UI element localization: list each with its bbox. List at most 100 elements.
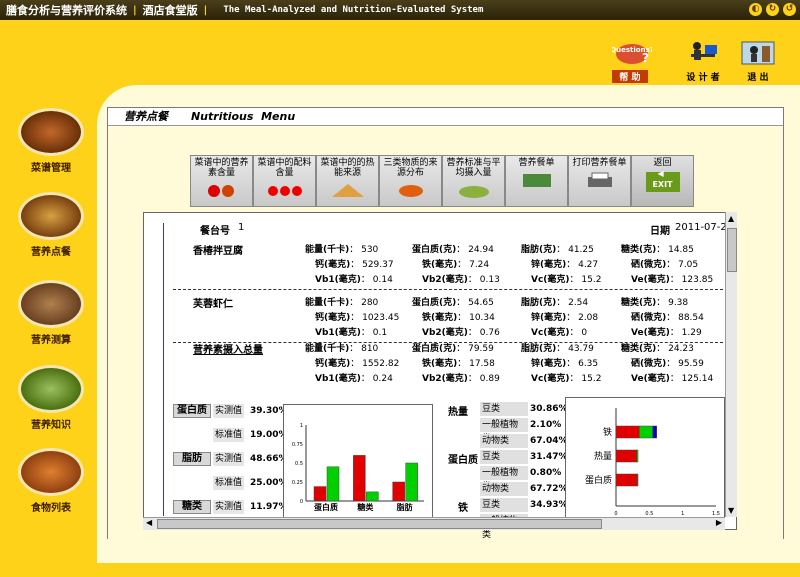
btn-label: 菜谱中的配料含量	[257, 158, 312, 178]
dish-name: 芙蓉虾仁	[193, 299, 233, 310]
nav-recipe-management[interactable]: 菜谱管理	[14, 108, 88, 174]
measured-label: 实测值	[213, 500, 245, 514]
btn-label: 菜谱中的的热能来源	[320, 158, 375, 178]
nutrient-name: Vb2(毫克)	[422, 275, 468, 285]
nutrient-label: Vc(毫克)： 15.2	[531, 275, 602, 285]
bar	[392, 481, 405, 502]
source-item-label: 一般植物类	[480, 418, 528, 444]
nutrient-label: 糖类(克)： 24.23	[621, 344, 694, 354]
measured-label: 实测值	[213, 452, 245, 466]
nutrient-label: Vb1(毫克)： 0.14	[315, 275, 393, 285]
nutrient-label: 蛋白质(克)： 24.94	[412, 245, 494, 255]
vertical-scrollbar[interactable]: ▲ ▼	[725, 212, 737, 517]
bar	[366, 491, 379, 502]
nutrient-name: 能量(千卡)	[305, 298, 350, 308]
standard-value: 19.00%	[250, 430, 288, 440]
nutrient-name: Vb2(毫克)	[422, 328, 468, 338]
standard-label: 标准值	[213, 428, 245, 442]
stacked-bar	[639, 425, 653, 439]
nav-nutrition-ordering[interactable]: 营养点餐	[14, 192, 88, 258]
nutrient-label: Vb2(毫克)： 0.13	[422, 275, 500, 285]
btn-label: 打印营养餐单	[572, 158, 627, 168]
pastry-icon	[328, 181, 368, 199]
btn-return[interactable]: 返回 EXIT	[631, 155, 694, 207]
nav-food-list[interactable]: 食物列表	[14, 448, 88, 514]
btn-nutrient-content[interactable]: 菜谱中的营养素含量	[190, 155, 253, 207]
ratio-name-tag[interactable]: 脂肪	[173, 452, 211, 466]
scroll-thumb-h[interactable]	[157, 519, 602, 529]
nutrient-label: 能量(千卡)： 810	[305, 344, 379, 354]
exit-door-icon	[740, 40, 776, 68]
source-item-value: 34.93%	[530, 500, 568, 510]
undo-icon[interactable]: ↺	[783, 3, 796, 16]
bottom-bar	[0, 563, 800, 577]
source-item-value: 31.47%	[530, 452, 568, 462]
source-item-value: 67.72%	[530, 484, 568, 494]
measured-value: 39.30%	[250, 406, 288, 416]
help-label: 帮 助	[612, 70, 648, 83]
nutrient-name: 蛋白质(克)	[412, 245, 457, 255]
app-title: 膳食分析与营养评价系统	[6, 4, 127, 17]
btn-label: 返回	[653, 158, 672, 168]
nutrient-label: 脂肪(克)： 2.54	[521, 298, 589, 308]
scroll-right-icon[interactable]: ▶	[716, 518, 722, 527]
table-no-value: 1	[238, 222, 245, 233]
nutrient-name: 锌(毫克)	[531, 359, 567, 369]
scroll-up-icon[interactable]: ▲	[728, 214, 734, 223]
btn-label: 菜谱中的营养素含量	[194, 158, 249, 178]
nutrient-name: 钙(毫克)	[315, 313, 351, 323]
btn-nutrition-menu[interactable]: 营养餐单	[505, 155, 568, 207]
nutrient-name: Ve(毫克)	[631, 275, 670, 285]
nutrient-label: Vb1(毫克)： 0.1	[315, 328, 388, 338]
nutrient-name: Vc(毫克)	[531, 275, 570, 285]
date-label: 日期	[650, 226, 670, 237]
dish-name: 营养素摄入总量	[193, 345, 263, 356]
nutrient-label: Vb1(毫克)： 0.24	[315, 374, 393, 384]
nutrient-label: 锌(毫克)： 4.27	[531, 260, 599, 270]
nutrient-label: Ve(毫克)： 123.85	[631, 275, 714, 285]
y-tick-label: 0.25	[292, 480, 303, 486]
crab-icon	[391, 181, 431, 199]
source-item-label: 动物类	[480, 434, 528, 448]
scroll-left-icon[interactable]: ◀	[146, 518, 152, 527]
nav-nutrition-knowledge[interactable]: 营养知识	[14, 365, 88, 431]
source-name: 热量	[448, 407, 468, 418]
nutrient-name: Vc(毫克)	[531, 374, 570, 384]
nutrient-name: 锌(毫克)	[531, 313, 567, 323]
nutrient-label: Ve(毫克)： 125.14	[631, 374, 714, 384]
bar	[313, 486, 327, 502]
ratio-name-tag[interactable]: 糖类	[173, 500, 211, 514]
btn-source-distribution[interactable]: 三类物质的来源分布	[379, 155, 442, 207]
nutrient-label: Vb2(毫克)： 0.89	[422, 374, 500, 384]
designer-button[interactable]: 设 计 者	[685, 40, 721, 83]
nutrient-label: Vb2(毫克)： 0.76	[422, 328, 500, 338]
nutrient-name: 能量(千卡)	[305, 245, 350, 255]
source-item-label: 豆类	[480, 450, 528, 464]
fruit-icon	[202, 181, 242, 199]
x-tick-label: 蛋白质	[314, 502, 338, 512]
salad-icon	[454, 181, 494, 199]
nav-nutrition-calc[interactable]: 营养测算	[14, 280, 88, 346]
horizontal-scrollbar[interactable]: ◀ ▶	[143, 517, 725, 530]
source-item-label: 豆类	[480, 498, 528, 512]
nutrient-name: 铁(毫克)	[422, 313, 458, 323]
minimize-icon[interactable]: ◐	[749, 3, 762, 16]
source-item-label: 豆类	[480, 402, 528, 416]
nutrient-label: Ve(毫克)： 1.29	[631, 328, 702, 338]
source-item-label: 一般植物类	[480, 466, 528, 492]
exit-top-button[interactable]: 退 出	[740, 40, 776, 83]
btn-ingredient-content[interactable]: 菜谱中的配料含量	[253, 155, 316, 207]
ratio-name-tag[interactable]: 蛋白质	[173, 404, 211, 418]
btn-label: 营养标准与平均摄入量	[446, 158, 501, 178]
help-button[interactable]: Questions?? 帮 助	[610, 40, 654, 83]
nutrient-label: 钙(毫克)： 1023.45	[315, 313, 400, 323]
btn-energy-source[interactable]: 菜谱中的的热能来源	[316, 155, 379, 207]
btn-print-menu[interactable]: 打印营养餐单	[568, 155, 631, 207]
scroll-thumb[interactable]	[727, 228, 737, 272]
btn-standard-intake[interactable]: 营养标准与平均摄入量	[442, 155, 505, 207]
nutrient-name: 糖类(克)	[621, 344, 657, 354]
refresh-icon[interactable]: ↻	[766, 3, 779, 16]
scroll-down-icon[interactable]: ▼	[728, 506, 734, 515]
btn-label: 营养餐单	[518, 158, 555, 168]
category-label: 铁	[603, 426, 612, 438]
